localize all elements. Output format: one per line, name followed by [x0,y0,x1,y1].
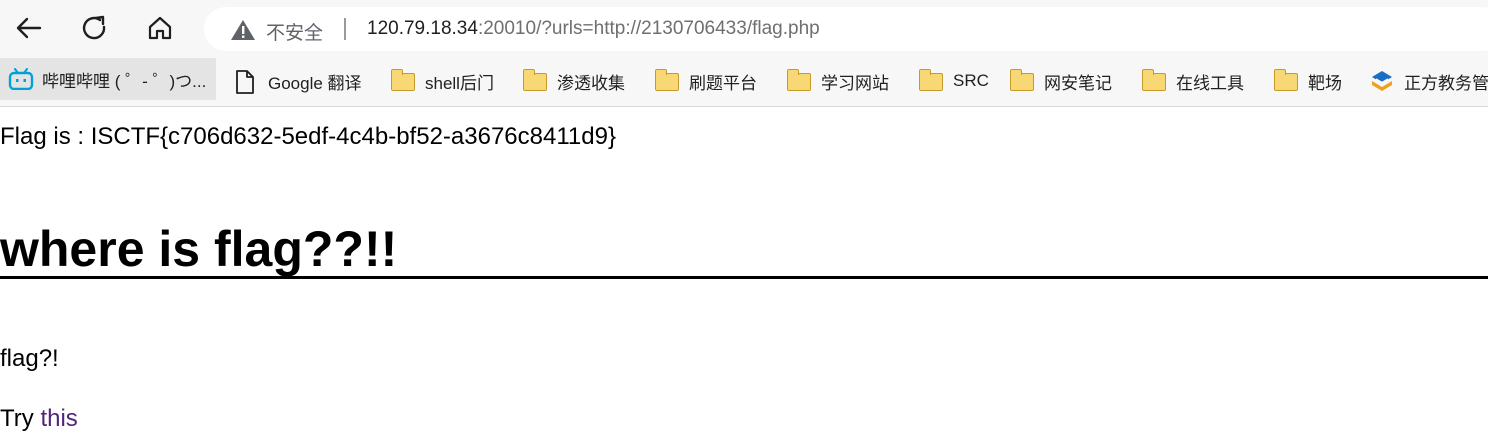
horizontal-rule [0,276,1488,279]
reload-icon [82,15,106,40]
bookmark-label: 渗透收集 [557,73,625,93]
bookmarks-bar: 哔哩哔哩 ( ゜- ゜)つ... Google 翻译 shell后门 渗透收集 … [0,58,1488,107]
address-separator [344,18,346,40]
back-button[interactable] [9,8,49,48]
bookmark-bilibili[interactable]: 哔哩哔哩 ( ゜- ゜)つ... [0,58,216,100]
back-arrow-icon [16,17,42,39]
try-prefix: Try [0,405,41,432]
bookmark-folder-shell[interactable]: shell后门 [391,62,494,100]
folder-icon [1142,69,1168,92]
bookmark-zhengfang[interactable]: 正方教务管 [1370,62,1488,100]
bookmark-label: 网安笔记 [1044,73,1112,93]
folder-icon [1274,69,1300,92]
bookmark-label: 在线工具 [1176,73,1244,93]
bookmark-folder-notes[interactable]: 网安笔记 [1010,62,1112,100]
try-this-link[interactable]: this [40,405,77,432]
bookmark-label: 学习网站 [821,73,889,93]
bilibili-icon [8,68,34,91]
bookmark-folder-pentest[interactable]: 渗透收集 [523,62,625,100]
bookmark-folder-practice[interactable]: 刷题平台 [655,62,757,100]
folder-icon [391,69,417,92]
browser-toolbar: 不安全 120.79.18.34:20010/?urls=http://2130… [0,0,1488,58]
home-icon [148,16,172,40]
bookmark-label: Google 翻译 [268,73,362,93]
home-button[interactable] [140,8,180,48]
page-icon [234,70,260,94]
url-text[interactable]: 120.79.18.34:20010/?urls=http://21307064… [367,18,820,40]
bookmark-label: SRC [953,71,989,90]
page-heading: where is flag??!! [0,221,398,277]
bookmark-label: 刷题平台 [689,73,757,93]
bookmark-label: 哔哩哔哩 ( ゜- ゜)つ... [42,71,207,91]
bookmark-label: 正方教务管 [1404,73,1488,93]
warning-icon[interactable] [230,19,256,41]
folder-icon [523,69,549,92]
url-host: 120.79.18.34 [367,18,478,39]
folder-icon [655,69,681,92]
bookmark-label: shell后门 [425,73,494,93]
bookmark-label: 靶场 [1308,73,1342,93]
zhengfang-icon [1370,70,1396,92]
url-path: :20010/?urls=http://2130706433/flag.php [477,18,820,39]
bookmark-folder-tools[interactable]: 在线工具 [1142,62,1244,100]
bookmark-folder-learning[interactable]: 学习网站 [787,62,889,100]
folder-icon [1010,69,1036,92]
reload-button[interactable] [75,8,115,48]
try-line: Try this [0,405,78,433]
paragraph-text: flag?! [0,345,59,372]
security-status[interactable]: 不安全 [266,18,323,45]
bookmark-folder-src[interactable]: SRC [919,62,989,100]
flag-text: Flag is : ISCTF{c706d632-5edf-4c4b-bf52-… [0,123,616,150]
address-bar[interactable]: 不安全 120.79.18.34:20010/?urls=http://2130… [204,7,1488,51]
bookmark-google-translate[interactable]: Google 翻译 [234,62,362,100]
folder-icon [919,69,945,92]
bookmark-folder-range[interactable]: 靶场 [1274,62,1342,100]
folder-icon [787,69,813,92]
